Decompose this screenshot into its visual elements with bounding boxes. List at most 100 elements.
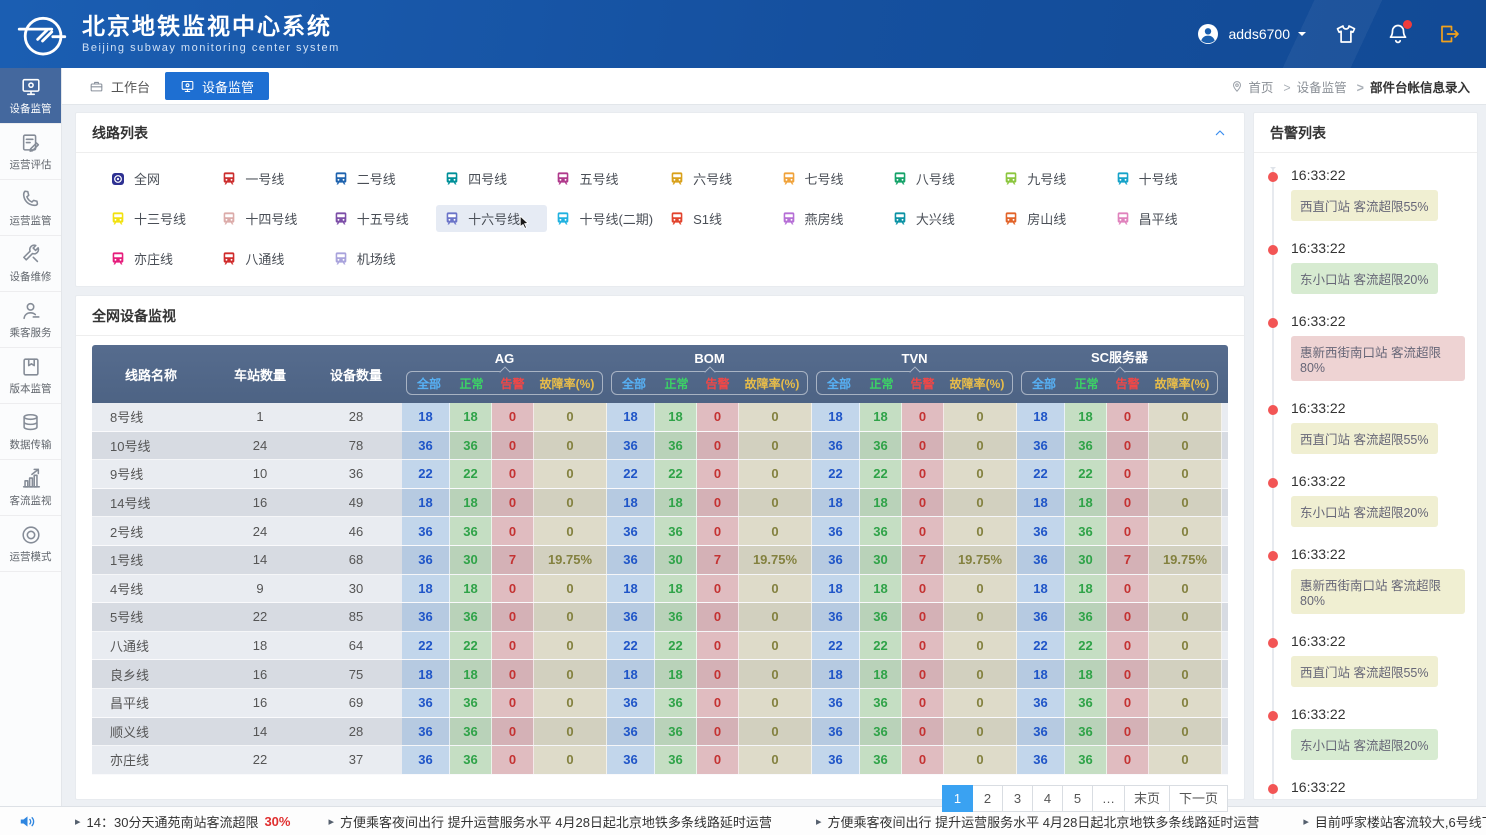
line-item[interactable]: 十六号线 [436, 205, 547, 232]
line-item[interactable]: 二号线 [325, 165, 436, 192]
line-item[interactable]: 亦庄线 [102, 245, 213, 272]
line-item[interactable]: 十三号线 [102, 205, 213, 232]
table-row: 10号线 24 78 36 36 0 0 [92, 432, 1228, 461]
sidebar-item[interactable]: 运营评估 [0, 124, 61, 180]
page-button[interactable]: 2 [972, 785, 1003, 812]
breadcrumb-item[interactable]: 设备监管 [1277, 77, 1346, 96]
page-button[interactable]: 3 [1002, 785, 1033, 812]
page-button[interactable]: 末页 [1124, 785, 1170, 812]
line-list-title: 线路列表 [92, 123, 148, 143]
alert-item[interactable]: 16:33:22 惠新西街南口站 客流超限80% [1268, 779, 1465, 799]
logout-icon[interactable] [1438, 22, 1462, 46]
tab[interactable]: 设备监管 [165, 72, 269, 100]
alert-item[interactable]: 16:33:22 西直门站 客流超限55% [1268, 167, 1465, 221]
page-button[interactable]: 下一页 [1169, 785, 1228, 812]
page-button[interactable]: 5 [1062, 785, 1093, 812]
cell-normal: 36 [1065, 746, 1107, 774]
line-item[interactable]: 四号线 [436, 165, 547, 192]
collapse-chevron-up-icon[interactable] [1212, 125, 1228, 141]
line-item[interactable]: 一号线 [213, 165, 324, 192]
cell-normal: 36 [860, 718, 902, 746]
line-item[interactable]: 九号线 [995, 165, 1106, 192]
alert-item[interactable]: 16:33:22 东小口站 客流超限20% [1268, 240, 1465, 294]
sidebar-item-icon [20, 300, 42, 322]
alert-item[interactable]: 16:33:22 西直门站 客流超限55% [1268, 633, 1465, 687]
alert-time: 16:33:22 [1291, 313, 1465, 329]
line-item[interactable]: 八号线 [884, 165, 995, 192]
line-item[interactable]: 八通线 [213, 245, 324, 272]
sidebar-item[interactable]: 数据传输 [0, 404, 61, 460]
cell-all: 36 [1017, 746, 1065, 774]
page-button[interactable]: … [1092, 785, 1125, 812]
line-item[interactable]: 昌平线 [1107, 205, 1218, 232]
device-table: 线路名称 车站数量 设备数量 AG 全部 正常 告警 [76, 336, 1244, 775]
sidebar-item[interactable]: 运营监管 [0, 180, 61, 236]
alert-dot-icon [1268, 245, 1278, 255]
alert-item[interactable]: 16:33:22 惠新西街南口站 客流超限80% [1268, 546, 1465, 614]
cell-all: 22 [402, 460, 450, 488]
line-item[interactable]: 机场线 [325, 245, 436, 272]
cell-device-count: 30 [310, 575, 402, 603]
sidebar-item-icon [20, 76, 42, 98]
tab[interactable]: 工作台 [74, 72, 165, 100]
cell-all: 18 [812, 660, 860, 688]
sidebar-item[interactable]: 运营模式 [0, 516, 61, 572]
subheader-normal: 正常 [656, 375, 697, 392]
topbar-actions: adds6700 [1196, 22, 1462, 46]
line-item-label: 七号线 [805, 169, 844, 188]
cell-fault-rate: 19.75% [944, 546, 1017, 574]
alert-item[interactable]: 16:33:22 东小口站 客流超限20% [1268, 706, 1465, 760]
subheader-normal: 正常 [1066, 375, 1107, 392]
subheader-normal: 正常 [861, 375, 902, 392]
user-menu[interactable]: adds6700 [1196, 22, 1306, 46]
line-item[interactable]: 全网 [102, 165, 213, 192]
notification-bell[interactable] [1386, 22, 1410, 46]
breadcrumb-item[interactable]: 首页 [1248, 77, 1273, 96]
theme-skin-icon[interactable] [1334, 22, 1358, 46]
cell-alarm: 0 [902, 489, 944, 517]
cell-alarm: 0 [697, 660, 739, 688]
line-item[interactable]: 六号线 [661, 165, 772, 192]
cell-device-count: 49 [310, 489, 402, 517]
cell-alarm: 0 [902, 575, 944, 603]
sidebar-item[interactable]: 版本监管 [0, 348, 61, 404]
table-row: 良乡线 16 75 18 18 0 0 [92, 660, 1228, 689]
alert-item[interactable]: 16:33:22 西直门站 客流超限55% [1268, 400, 1465, 454]
cell-fault-rate: 0 [739, 432, 812, 460]
cell-fault-rate: 0 [534, 603, 607, 631]
line-item[interactable]: S1线 [661, 205, 772, 232]
metro-line-icon [669, 171, 685, 187]
cell-device-count: 69 [310, 689, 402, 717]
line-item[interactable]: 十号线(二期) [547, 205, 661, 232]
line-item[interactable]: 房山线 [995, 205, 1106, 232]
cell-station-count: 10 [210, 460, 310, 488]
page-button[interactable]: 4 [1032, 785, 1063, 812]
tab-label: 设备监管 [202, 77, 254, 96]
sidebar-item[interactable]: 乘客服务 [0, 292, 61, 348]
line-item[interactable]: 大兴线 [884, 205, 995, 232]
cell-fault-rate: 0 [739, 603, 812, 631]
line-item[interactable]: 十号线 [1107, 165, 1218, 192]
line-item[interactable]: 十五号线 [325, 205, 436, 232]
page-button[interactable]: 1 [942, 785, 973, 812]
cell-alarm: 0 [492, 660, 534, 688]
alert-item[interactable]: 16:33:22 东小口站 客流超限20% [1268, 473, 1465, 527]
cell-normal: 22 [655, 460, 697, 488]
line-item[interactable]: 燕房线 [773, 205, 884, 232]
sidebar-item[interactable]: 设备监管 [0, 68, 61, 124]
cell-fault-rate: 0 [534, 432, 607, 460]
line-item[interactable]: 十四号线 [213, 205, 324, 232]
notification-dot [1403, 20, 1412, 29]
alert-item[interactable]: 16:33:22 惠新西街南口站 客流超限80% [1268, 313, 1465, 381]
breadcrumb-item[interactable]: 部件台帐信息录入 [1351, 77, 1470, 96]
sidebar-item[interactable]: 设备维修 [0, 236, 61, 292]
cell-device-count: 46 [310, 517, 402, 545]
line-item[interactable]: 七号线 [773, 165, 884, 192]
cell-all: 18 [402, 575, 450, 603]
sidebar-item[interactable]: 客流监视 [0, 460, 61, 516]
tab-icon [89, 79, 104, 94]
metro-line-icon [333, 171, 349, 187]
line-item[interactable]: 五号线 [547, 165, 661, 192]
cell-all: 18 [607, 575, 655, 603]
group-subheaders: 全部 正常 告警 故障率(%) [406, 371, 603, 395]
